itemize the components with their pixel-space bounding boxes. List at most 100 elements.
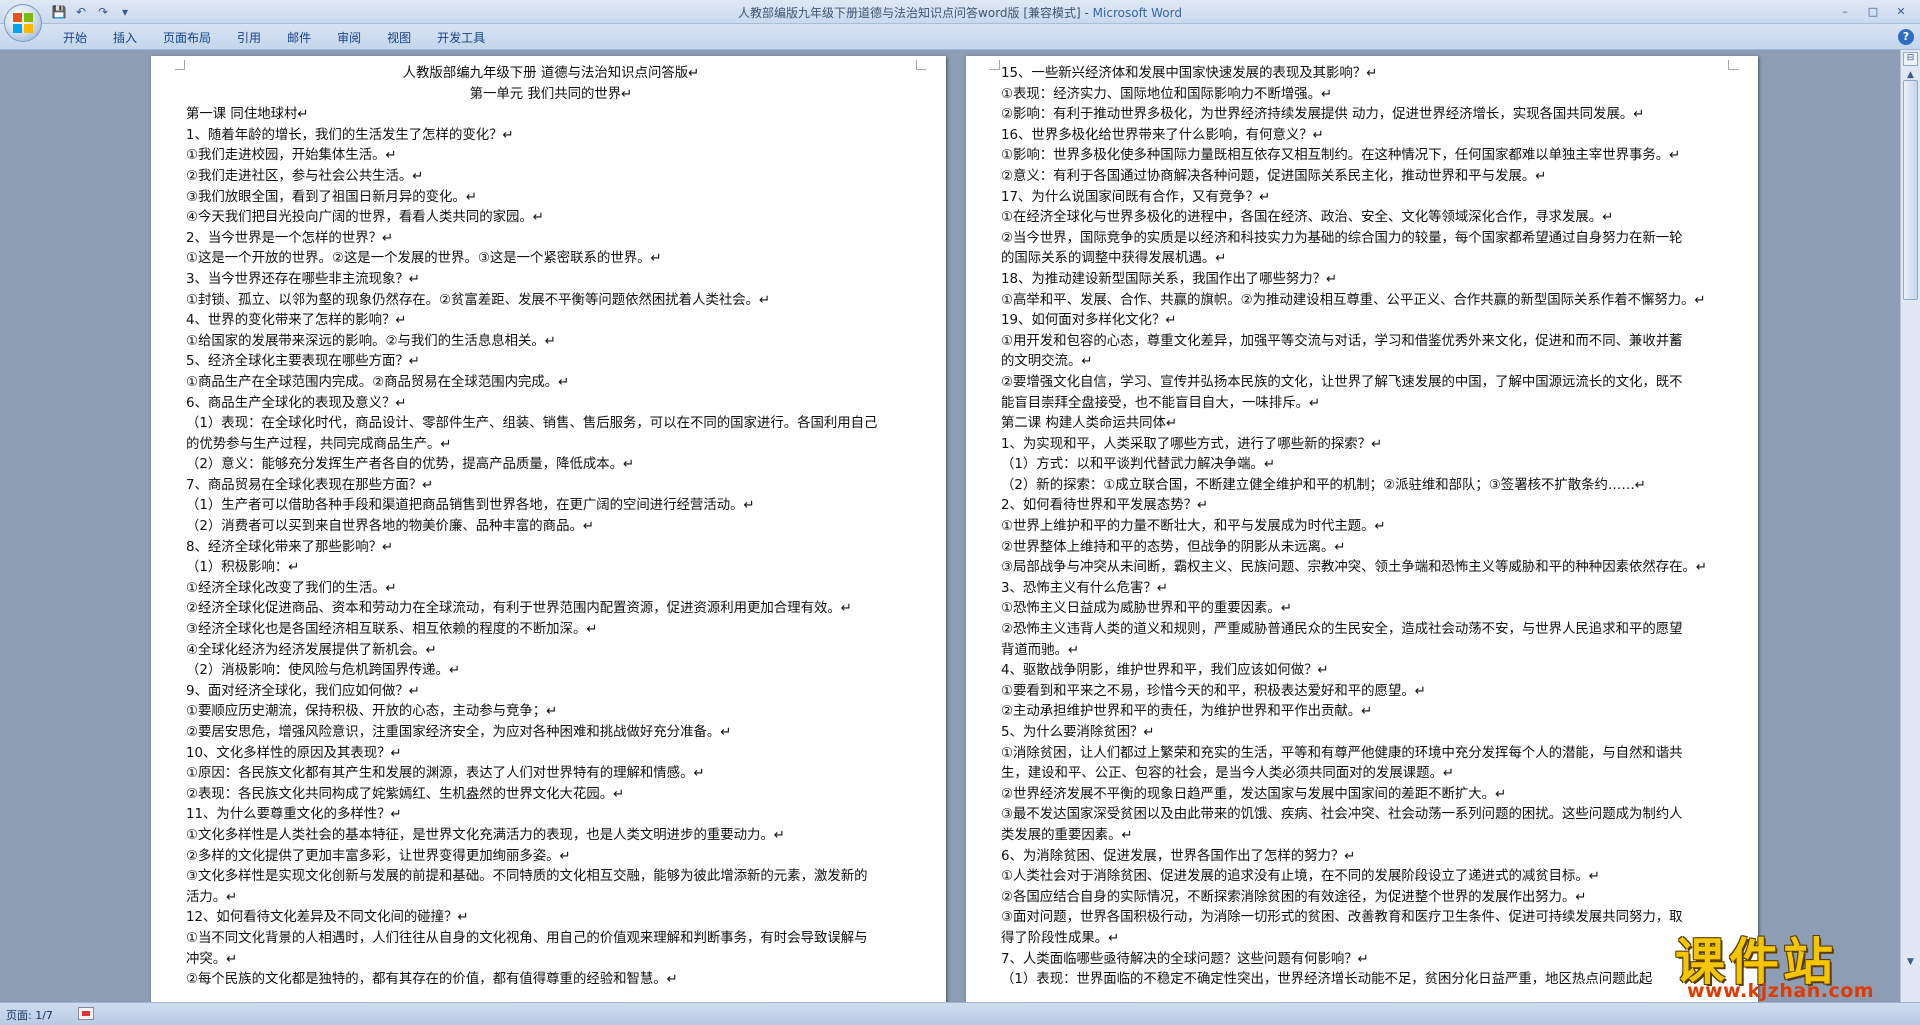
text-line[interactable]: ①用开发和包容的心态，尊重文化差异，加强平等交流与对话，学习和借鉴优秀外来文化，… (1001, 332, 1728, 353)
text-line[interactable]: 6、为消除贫困、促进发展，世界各国作出了怎样的努力？↵ (1001, 847, 1728, 868)
page-right-text[interactable]: 15、一些新兴经济体和发展中国家快速发展的表现及其影响？↵ ①表现：经济实力、国际… (1001, 64, 1728, 991)
text-line[interactable]: 2、如何看待世界和平发展态势？↵ (1001, 496, 1728, 517)
text-line[interactable]: 6、商品生产全球化的表现及意义？↵ (186, 394, 916, 415)
text-line[interactable]: ①这是一个开放的世界。②这是一个发展的世界。③这是一个紧密联系的世界。↵ (186, 249, 916, 270)
text-line[interactable]: ①世界上维护和平的力量不断壮大，和平与发展成为时代主题。↵ (1001, 517, 1728, 538)
text-line[interactable]: 5、经济全球化主要表现在哪些方面？↵ (186, 352, 916, 373)
text-line[interactable]: 15、一些新兴经济体和发展中国家快速发展的表现及其影响？↵ (1001, 64, 1728, 85)
text-line[interactable]: 10、文化多样性的原因及其表现？↵ (186, 744, 916, 765)
text-line[interactable]: ④全球化经济为经济发展提供了新机会。↵ (186, 641, 916, 662)
text-line[interactable]: ①要看到和平来之不易，珍惜今天的和平，积极表达爱好和平的愿望。↵ (1001, 682, 1728, 703)
tab-insert[interactable]: 插入 (100, 29, 150, 47)
text-line[interactable]: ③局部战争与冲突从未间断，霸权主义、民族问题、宗教冲突、领土争端和恐怖主义等威胁… (1001, 558, 1728, 579)
text-line[interactable]: ③经济全球化也是各国经济相互联系、相互依赖的程度的不断加深。↵ (186, 620, 916, 641)
text-line[interactable]: ③最不发达国家深受贫困以及由此带来的饥饿、疾病、社会冲突、社会动荡一系列问题的困… (1001, 805, 1728, 826)
text-line[interactable]: 11、为什么要尊重文化的多样性？↵ (186, 805, 916, 826)
text-line[interactable]: 16、世界多极化给世界带来了什么影响，有何意义？↵ (1001, 126, 1728, 147)
text-line[interactable]: ①要顺应历史潮流，保持积极、开放的心态，主动参与竞争；↵ (186, 702, 916, 723)
text-line[interactable]: ①我们走进校园，开始集体生活。↵ (186, 146, 916, 167)
text-line[interactable]: 第一单元 我们共同的世界↵ (186, 85, 916, 106)
text-line[interactable]: ②影响：有利于推动世界多极化，为世界经济持续发展提供 动力，促进世界经济增长，实… (1001, 105, 1728, 126)
maximize-button[interactable]: □ (1860, 2, 1886, 20)
help-icon[interactable]: ? (1898, 29, 1914, 45)
text-line[interactable]: ③我们放眼全国，看到了祖国日新月异的变化。↵ (186, 188, 916, 209)
text-line[interactable]: ①恐怖主义日益成为威胁世界和平的重要因素。↵ (1001, 599, 1728, 620)
text-line[interactable]: ①原因：各民族文化都有其产生和发展的渊源，表达了人们对世界特有的理解和情感。↵ (186, 764, 916, 785)
text-line[interactable]: ①表现：经济实力、国际地位和国际影响力不断增强。↵ (1001, 85, 1728, 106)
text-line[interactable]: 人教版部编九年级下册 道德与法治知识点问答版↵ (186, 64, 916, 85)
text-line[interactable]: ①封锁、孤立、以邻为壑的现象仍然存在。②贫富差距、发展不平衡等问题依然困扰着人类… (186, 291, 916, 312)
text-line[interactable]: ③文化多样性是实现文化创新与发展的前提和基础。不同特质的文化相互交融，能够为彼此… (186, 867, 916, 888)
text-line[interactable]: ②要增强文化自信，学习、宣传并弘扬本民族的文化，让世界了解飞速发展的中国，了解中… (1001, 373, 1728, 394)
tab-page-layout[interactable]: 页面布局 (150, 29, 224, 47)
text-line[interactable]: ②多样的文化提供了更加丰富多彩，让世界变得更加绚丽多姿。↵ (186, 847, 916, 868)
text-line[interactable]: 的文明交流。↵ (1001, 352, 1728, 373)
text-line[interactable]: ②每个民族的文化都是独特的，都有其存在的价值，都有值得尊重的经验和智慧。↵ (186, 970, 916, 991)
vertical-scrollbar[interactable]: ▲ ▼ (1900, 50, 1920, 1002)
text-line[interactable]: 1、随着年龄的增长，我们的生活发生了怎样的变化？↵ (186, 126, 916, 147)
page-count-status[interactable]: 页面: 1/7 (6, 1007, 53, 1023)
text-line[interactable]: ②主动承担维护世界和平的责任，为维护世界和平作出贡献。↵ (1001, 702, 1728, 723)
text-line[interactable]: ③面对问题，世界各国积极行动，为消除一切形式的贫困、改善教育和医疗卫生条件、促进… (1001, 908, 1728, 929)
text-line[interactable]: 生，建设和平、公正、包容的社会，是当今人类必须共同面对的发展课题。↵ (1001, 764, 1728, 785)
text-line[interactable]: ②意义：有利于各国通过协商解决各种问题，促进国际关系民主化，推动世界和平与发展。… (1001, 167, 1728, 188)
text-line[interactable]: ①文化多样性是人类社会的基本特征，是世界文化充满活力的表现，也是人类文明进步的重… (186, 826, 916, 847)
text-line[interactable]: ①经济全球化改变了我们的生活。↵ (186, 579, 916, 600)
text-line[interactable]: 背道而驰。↵ (1001, 641, 1728, 662)
minimize-button[interactable]: – (1832, 2, 1858, 20)
text-line[interactable]: ①高举和平、发展、合作、共赢的旗帜。②为推动建设相互尊重、公平正义、合作共赢的新… (1001, 291, 1728, 312)
text-line[interactable]: （1）积极影响：↵ (186, 558, 916, 579)
text-line[interactable]: 4、驱散战争阴影，维护世界和平，我们应该如何做？↵ (1001, 661, 1728, 682)
text-line[interactable]: 9、面对经济全球化，我们应如何做？↵ (186, 682, 916, 703)
office-button[interactable] (4, 4, 42, 42)
text-line[interactable]: （1）表现：在全球化时代，商品设计、零部件生产、组装、销售、售后服务，可以在不同… (186, 414, 916, 435)
text-line[interactable]: 17、为什么说国家间既有合作，又有竞争？↵ (1001, 188, 1728, 209)
text-line[interactable]: ②我们走进社区，参与社会公共生活。↵ (186, 167, 916, 188)
text-line[interactable]: （2）消费者可以买到来自世界各地的物美价廉、品种丰富的商品。↵ (186, 517, 916, 538)
text-line[interactable]: ①当不同文化背景的人相遇时，人们往往从自身的文化视角、用自己的价值观来理解和判断… (186, 929, 916, 950)
text-line[interactable]: 的优势参与生产过程，共同完成商品生产。↵ (186, 435, 916, 456)
text-line[interactable]: 类发展的重要因素。↵ (1001, 826, 1728, 847)
text-line[interactable]: 1、为实现和平，人类采取了哪些方式，进行了哪些新的探索？↵ (1001, 435, 1728, 456)
text-line[interactable]: 18、为推动建设新型国际关系，我国作出了哪些努力？↵ (1001, 270, 1728, 291)
text-line[interactable]: ②恐怖主义违背人类的道义和规则，严重威胁普通民众的生民安全，造成社会动荡不安，与… (1001, 620, 1728, 641)
text-line[interactable]: ②经济全球化促进商品、资本和劳动力在全球流动，有利于世界范围内配置资源，促进资源… (186, 599, 916, 620)
scroll-thumb[interactable] (1903, 80, 1918, 300)
text-line[interactable]: ②各国应结合自身的实际情况，不断探索消除贫困的有效途径，为促进整个世界的发展作出… (1001, 888, 1728, 909)
text-line[interactable]: 得了阶段性成果。↵ (1001, 929, 1728, 950)
text-line[interactable]: 5、为什么要消除贫困？↵ (1001, 723, 1728, 744)
text-line[interactable]: ①人类社会对于消除贫困、促进发展的追求没有止境，在不同的发展阶段设立了递进式的减… (1001, 867, 1728, 888)
text-line[interactable]: 3、恐怖主义有什么危害？↵ (1001, 579, 1728, 600)
text-line[interactable]: （1）方式：以和平谈判代替武力解决争端。↵ (1001, 455, 1728, 476)
text-line[interactable]: （1）生产者可以借助各种手段和渠道把商品销售到世界各地，在更广阔的空间进行经营活… (186, 496, 916, 517)
page-left-text[interactable]: 人教版部编九年级下册 道德与法治知识点问答版↵ 第一单元 我们共同的世界↵ 第一课 … (186, 64, 916, 991)
text-line[interactable]: ④今天我们把目光投向广阔的世界，看看人类共同的家园。↵ (186, 208, 916, 229)
text-line[interactable]: ①商品生产在全球范围内完成。②商品贸易在全球范围内完成。↵ (186, 373, 916, 394)
text-line[interactable]: ②表现：各民族文化共同构成了姹紫嫣红、生机盎然的世界文化大花园。↵ (186, 785, 916, 806)
close-button[interactable]: ✕ (1888, 2, 1914, 20)
text-line[interactable]: 19、如何面对多样化文化？↵ (1001, 311, 1728, 332)
tab-references[interactable]: 引用 (224, 29, 274, 47)
text-line[interactable]: 8、经济全球化带来了那些影响？↵ (186, 538, 916, 559)
text-line[interactable]: ②世界整体上维持和平的态势，但战争的阴影从未远离。↵ (1001, 538, 1728, 559)
text-line[interactable]: 活力。↵ (186, 888, 916, 909)
text-line[interactable]: ②要居安思危，增强风险意识，注重国家经济安全，为应对各种困难和挑战做好充分准备。… (186, 723, 916, 744)
text-line[interactable]: 冲突。↵ (186, 950, 916, 971)
view-ruler-icon[interactable]: ⊟ (1903, 52, 1918, 66)
text-line[interactable]: 12、如何看待文化差异及不同文化间的碰撞？↵ (186, 908, 916, 929)
tab-view[interactable]: 视图 (374, 29, 424, 47)
text-line[interactable]: （2）消极影响：使风险与危机跨国界传递。↵ (186, 661, 916, 682)
tab-mailings[interactable]: 邮件 (274, 29, 324, 47)
text-line[interactable]: 能盲目崇拜全盘接受，也不能盲目自大，一味排斥。↵ (1001, 394, 1728, 415)
text-line[interactable]: 7、人类面临哪些亟待解决的全球问题？这些问题有何影响？↵ (1001, 950, 1728, 971)
page-left[interactable]: 人教版部编九年级下册 道德与法治知识点问答版↵ 第一单元 我们共同的世界↵ 第一课 … (151, 56, 946, 1002)
text-line[interactable]: 第一课 同住地球村↵ (186, 105, 916, 126)
tab-home[interactable]: 开始 (50, 29, 100, 47)
page-right[interactable]: 15、一些新兴经济体和发展中国家快速发展的表现及其影响？↵ ①表现：经济实力、国际… (966, 56, 1758, 1002)
text-line[interactable]: ②当今世界，国际竞争的实质是以经济和科技实力为基础的综合国力的较量，每个国家都希… (1001, 229, 1728, 250)
language-icon[interactable] (78, 1007, 94, 1020)
text-line[interactable]: （2）意义：能够充分发挥生产者各自的优势，提高产品质量，降低成本。↵ (186, 455, 916, 476)
text-line[interactable]: ①在经济全球化与世界多极化的进程中，各国在经济、政治、安全、文化等领域深化合作，… (1001, 208, 1728, 229)
tab-review[interactable]: 审阅 (324, 29, 374, 47)
text-line[interactable]: （2）新的探索：①成立联合国，不断建立健全维护和平的机制；②派驻维和部队；③签署… (1001, 476, 1728, 497)
